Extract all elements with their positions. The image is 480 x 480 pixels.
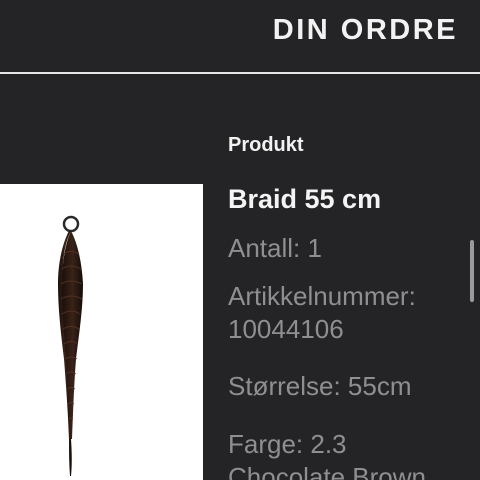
section-heading-product: Produkt — [228, 134, 304, 156]
product-color-label: Farge: 2.3 — [228, 429, 347, 459]
header: DIN ORDRE — [0, 0, 480, 72]
product-image[interactable] — [0, 184, 203, 480]
product-size: Størrelse: 55cm — [228, 371, 412, 401]
product-color-name: Chocolate Brown — [228, 462, 426, 480]
product-quantity: Antall: 1 — [228, 233, 322, 263]
order-screen: DIN ORDRE Produkt Braid 55 cm Antall: 1 … — [0, 0, 480, 480]
page-title: DIN ORDRE — [272, 14, 458, 46]
product-article-number: 10044106 — [228, 314, 344, 344]
product-article-label: Artikkelnummer: — [228, 281, 416, 311]
product-name: Braid 55 cm — [228, 184, 382, 214]
braid-icon — [58, 215, 83, 476]
header-divider — [0, 72, 480, 74]
scrollbar[interactable] — [470, 240, 474, 302]
